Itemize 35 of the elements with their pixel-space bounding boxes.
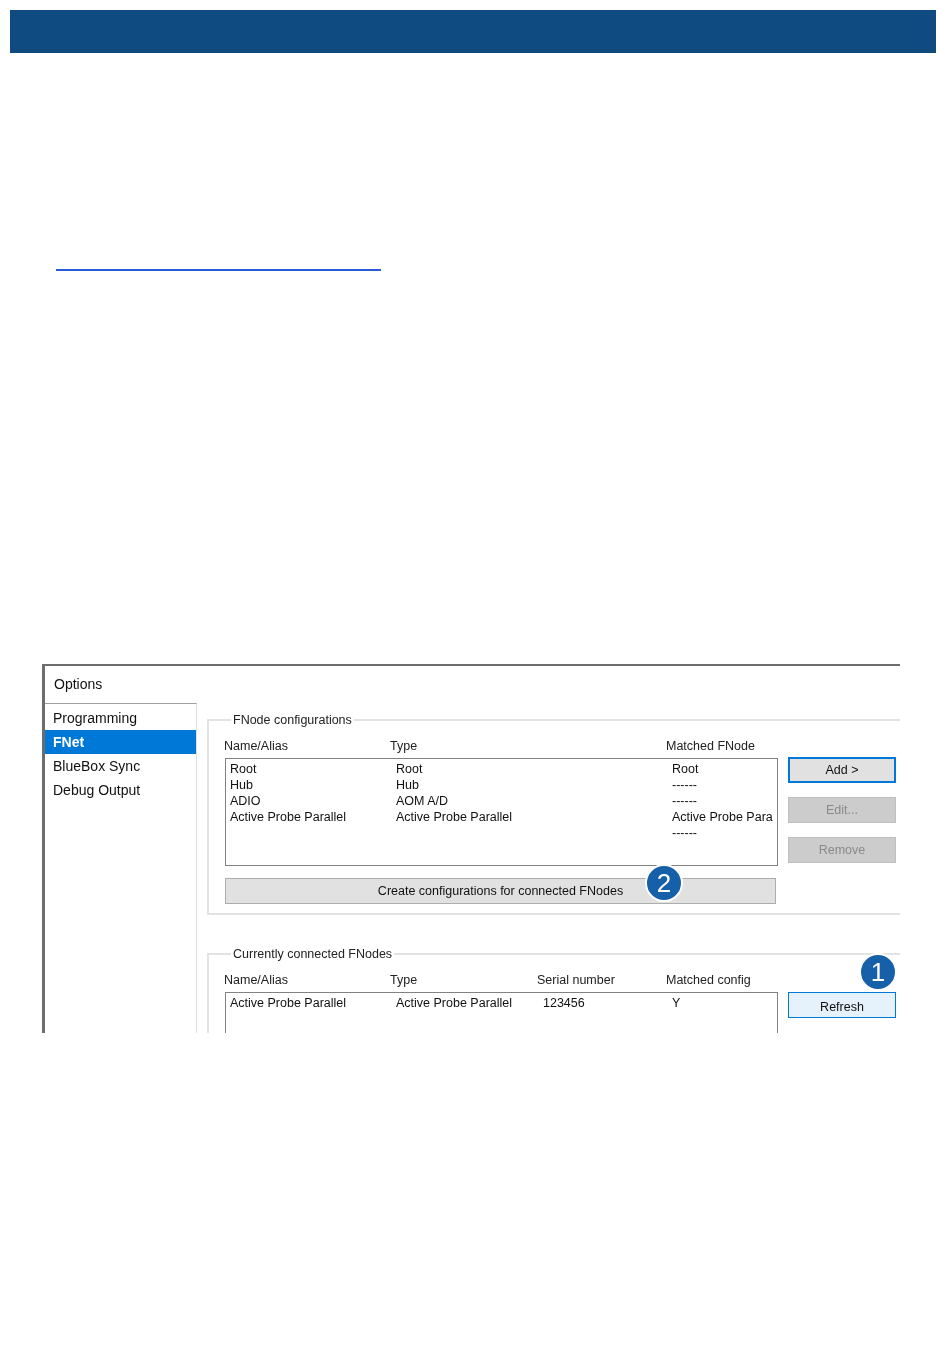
list-cell-text: Active Probe Parallel bbox=[396, 809, 514, 825]
list-cell-text: Active Probe Para bbox=[672, 809, 774, 825]
list-cell-text: Root bbox=[672, 761, 700, 777]
column-header: Type bbox=[390, 973, 419, 987]
action-button[interactable]: Add > bbox=[788, 757, 896, 783]
group-title: FNode configurations bbox=[232, 713, 353, 727]
list-cell-text: Active Probe Parallel bbox=[230, 995, 348, 1011]
column-header: Matched config bbox=[666, 973, 752, 987]
list-cell-text: Hub bbox=[230, 777, 254, 793]
action-button[interactable]: Refresh bbox=[788, 992, 896, 1018]
list-cell-text: ADIO bbox=[230, 793, 262, 809]
list-cell-text: Hub bbox=[396, 777, 420, 793]
list-cell-text: 123456 bbox=[543, 995, 586, 1011]
list-cell-text: Active Probe Parallel bbox=[230, 809, 348, 825]
list-cell-text: Root bbox=[230, 761, 258, 777]
sidebar-item[interactable]: Programming bbox=[45, 706, 196, 730]
callout-badge: 2 bbox=[645, 864, 683, 902]
sidebar-item[interactable]: FNet bbox=[45, 730, 196, 754]
list-cell-text: Active Probe Parallel bbox=[396, 995, 514, 1011]
list-cell-text: ------ bbox=[672, 793, 698, 809]
list-cell-text: ------ bbox=[672, 825, 698, 841]
callout-badge: 1 bbox=[859, 953, 897, 991]
group-title: Currently connected FNodes bbox=[232, 947, 394, 961]
window-title: Options bbox=[53, 675, 104, 694]
column-header: Name/Alias bbox=[224, 973, 289, 987]
column-header: Name/Alias bbox=[224, 739, 289, 753]
list-cell-text: Root bbox=[396, 761, 424, 777]
sidebar-item[interactable]: BlueBox Sync bbox=[45, 754, 196, 778]
list-cell-text: ------ bbox=[672, 777, 698, 793]
list-cell-text: AOM A/D bbox=[396, 793, 450, 809]
sidebar-item[interactable]: Debug Output bbox=[45, 778, 196, 802]
list-cell-text: Y bbox=[672, 995, 682, 1011]
column-header: Matched FNode bbox=[666, 739, 756, 753]
column-header: Type bbox=[390, 739, 419, 753]
column-header: Serial number bbox=[537, 973, 616, 987]
